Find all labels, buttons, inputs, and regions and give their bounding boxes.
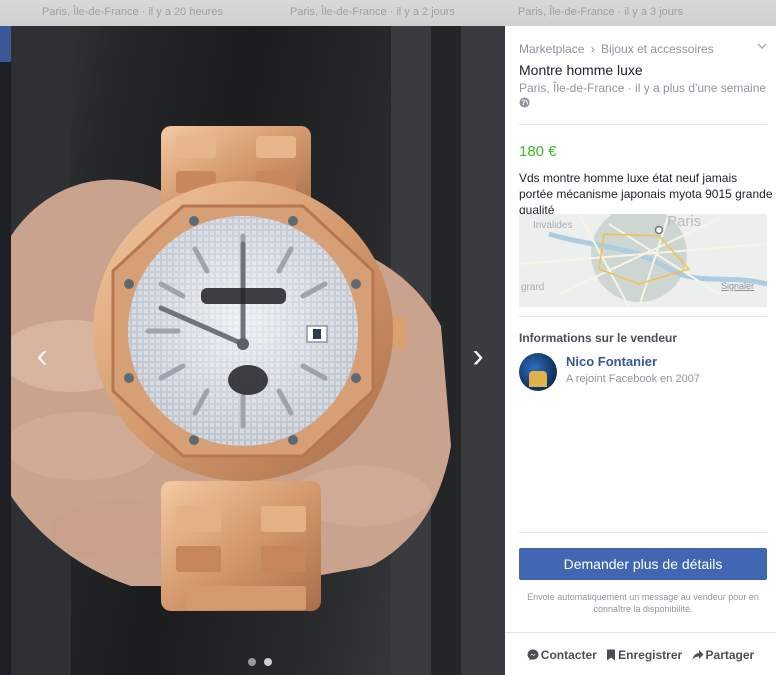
location-map[interactable]: Invalides Paris grard Signaler	[519, 214, 767, 307]
listing-details-panel: Marketplace › Bijoux et accessoires Mont…	[505, 26, 776, 675]
save-button[interactable]: Enregistrer	[606, 648, 682, 662]
avatar-figure	[529, 371, 547, 387]
request-details-button[interactable]: Demander plus de détails	[519, 548, 767, 580]
photo-dot-1[interactable]	[248, 658, 256, 666]
photo-dot-2[interactable]	[264, 658, 272, 666]
breadcrumb-category[interactable]: Bijoux et accessoires	[601, 42, 714, 56]
seller-section-heading: Informations sur le vendeur	[519, 331, 678, 345]
save-label: Enregistrer	[618, 648, 683, 662]
seller-joined-text: A rejoint Facebook en 2007	[566, 373, 700, 385]
watch-photo	[11, 26, 505, 675]
map-label: Invalides	[533, 220, 573, 231]
listing-title: Montre homme luxe	[519, 62, 643, 78]
share-arrow-icon	[692, 650, 704, 660]
request-details-note: Envoie automatiquement un message au ven…	[527, 592, 759, 614]
contact-button[interactable]: Contacter	[527, 648, 597, 662]
backdrop-strip: Paris, Île-de-France · il y a 20 heures …	[0, 0, 776, 26]
messenger-icon	[527, 649, 539, 661]
section-divider	[505, 632, 776, 633]
next-photo-arrow[interactable]: ›	[465, 336, 491, 376]
seller-avatar[interactable]	[519, 353, 557, 391]
listing-location-time: Paris, Île-de-France · il y a plus d'une…	[519, 81, 769, 95]
previous-photo-arrow[interactable]: ‹	[29, 336, 55, 376]
seller-name-link[interactable]: Nico Fontanier	[566, 354, 657, 369]
contact-label: Contacter	[540, 648, 597, 662]
listing-price: 180 €	[519, 143, 557, 160]
globe-icon	[519, 97, 530, 108]
listing-description: Vds montre homme luxe état neuf jamais p…	[519, 171, 773, 217]
map-label-city: Paris	[667, 214, 702, 230]
breadcrumb: Marketplace › Bijoux et accessoires	[519, 42, 714, 56]
photo-pagination	[244, 653, 276, 671]
breadcrumb-separator: ›	[590, 42, 595, 56]
share-button[interactable]: Partager	[692, 648, 755, 662]
map-label: grard	[521, 282, 545, 293]
listing-photo-viewer[interactable]: ‹ ›	[11, 26, 505, 675]
section-divider	[519, 532, 767, 533]
listing-actions-bar: Contacter Enregistrer Partager	[505, 648, 776, 662]
breadcrumb-marketplace[interactable]: Marketplace	[519, 42, 584, 56]
backdrop-left-edge	[0, 26, 11, 675]
backdrop-ghost-text: Paris, Île-de-France · il y a 2 jours	[290, 6, 456, 18]
section-divider	[519, 316, 767, 317]
backdrop-ghost-text: Paris, Île-de-France · il y a 20 heures	[42, 6, 223, 18]
map-report-link[interactable]: Signaler	[721, 281, 754, 291]
bookmark-icon	[607, 649, 616, 661]
backdrop-blue-edge	[0, 26, 11, 62]
section-divider	[519, 124, 767, 125]
share-label: Partager	[705, 648, 755, 662]
chevron-down-icon[interactable]	[757, 40, 767, 54]
backdrop-ghost-text: Paris, Île-de-France · il y a 3 jours	[518, 6, 684, 18]
